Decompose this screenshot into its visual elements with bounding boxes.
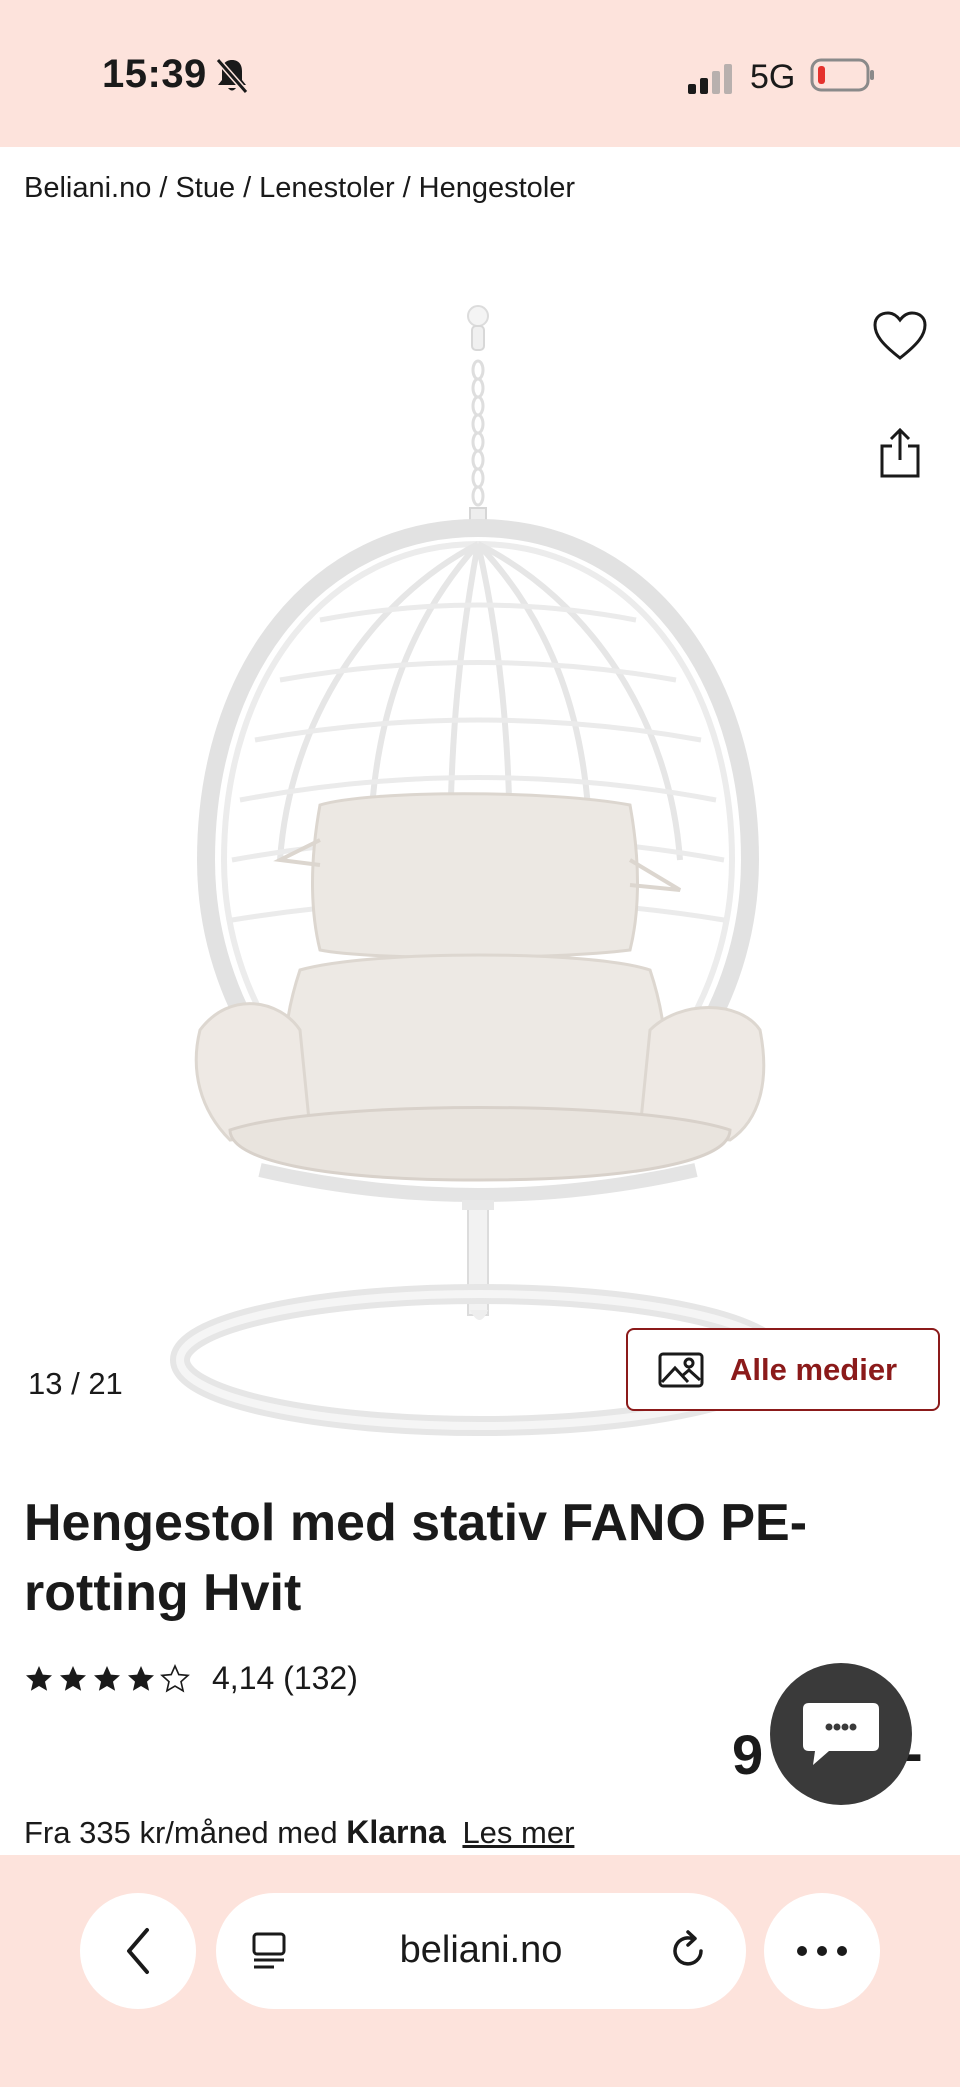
klarna-logo: Klarna bbox=[346, 1814, 446, 1850]
financing-text: Fra 335 kr/måned med bbox=[24, 1815, 338, 1850]
breadcrumb-separator: / bbox=[243, 172, 252, 204]
breadcrumb-item-hengestoler[interactable]: Hengestoler bbox=[419, 172, 575, 204]
signal-icon bbox=[688, 64, 732, 94]
breadcrumb-item-home[interactable]: Beliani.no bbox=[24, 172, 151, 204]
all-media-label: Alle medier bbox=[730, 1351, 898, 1387]
breadcrumb-separator: / bbox=[402, 172, 411, 204]
chevron-left-icon bbox=[127, 1928, 149, 1974]
breadcrumb-item-lenestoler[interactable]: Lenestoler bbox=[259, 172, 394, 204]
share-icon[interactable] bbox=[876, 428, 924, 480]
star-filled-icon bbox=[128, 1665, 154, 1691]
breadcrumb-item-stue[interactable]: Stue bbox=[175, 172, 235, 204]
chat-button[interactable] bbox=[770, 1663, 912, 1805]
heart-icon[interactable] bbox=[872, 310, 928, 362]
status-bar: 15:39 5G bbox=[0, 0, 960, 147]
status-time: 15:39 bbox=[102, 52, 207, 96]
breadcrumb-separator: / bbox=[159, 172, 168, 204]
product-price: 9 bbox=[732, 1723, 764, 1786]
network-label: 5G bbox=[750, 58, 796, 96]
bell-slash-icon bbox=[215, 58, 249, 94]
more-button[interactable] bbox=[764, 1893, 880, 2009]
star-empty-icon bbox=[160, 1663, 190, 1692]
product-image[interactable] bbox=[170, 300, 790, 1440]
gallery-counter: 13 / 21 bbox=[28, 1366, 123, 1401]
image-icon bbox=[658, 1352, 704, 1387]
battery-icon bbox=[810, 58, 874, 92]
star-filled-icon bbox=[26, 1665, 52, 1691]
rating-stars bbox=[24, 1663, 190, 1694]
reload-icon[interactable] bbox=[668, 1929, 710, 1973]
star-filled-icon bbox=[94, 1665, 120, 1691]
financing-info: Fra 335 kr/måned med Klarna Les mer bbox=[24, 1814, 574, 1851]
breadcrumb: Beliani.no / Stue / Lenestoler / Hengestoler bbox=[24, 172, 575, 205]
read-more-link[interactable]: Les mer bbox=[462, 1815, 574, 1850]
product-rating[interactable]: 4,14 (132) bbox=[24, 1660, 358, 1697]
rating-value: 4,14 (132) bbox=[212, 1660, 358, 1696]
star-filled-icon bbox=[60, 1665, 86, 1691]
more-icon bbox=[797, 1946, 847, 1956]
rating-count: (132) bbox=[283, 1660, 358, 1696]
all-media-button[interactable]: Alle medier bbox=[626, 1328, 940, 1411]
url-text[interactable]: beliani.no bbox=[216, 1929, 746, 1972]
address-bar[interactable]: beliani.no bbox=[216, 1893, 746, 2009]
back-button[interactable] bbox=[80, 1893, 196, 2009]
chat-bubble-icon bbox=[803, 1703, 879, 1765]
product-title: Hengestol med stativ FANO PE-rotting Hvi… bbox=[24, 1494, 808, 1622]
